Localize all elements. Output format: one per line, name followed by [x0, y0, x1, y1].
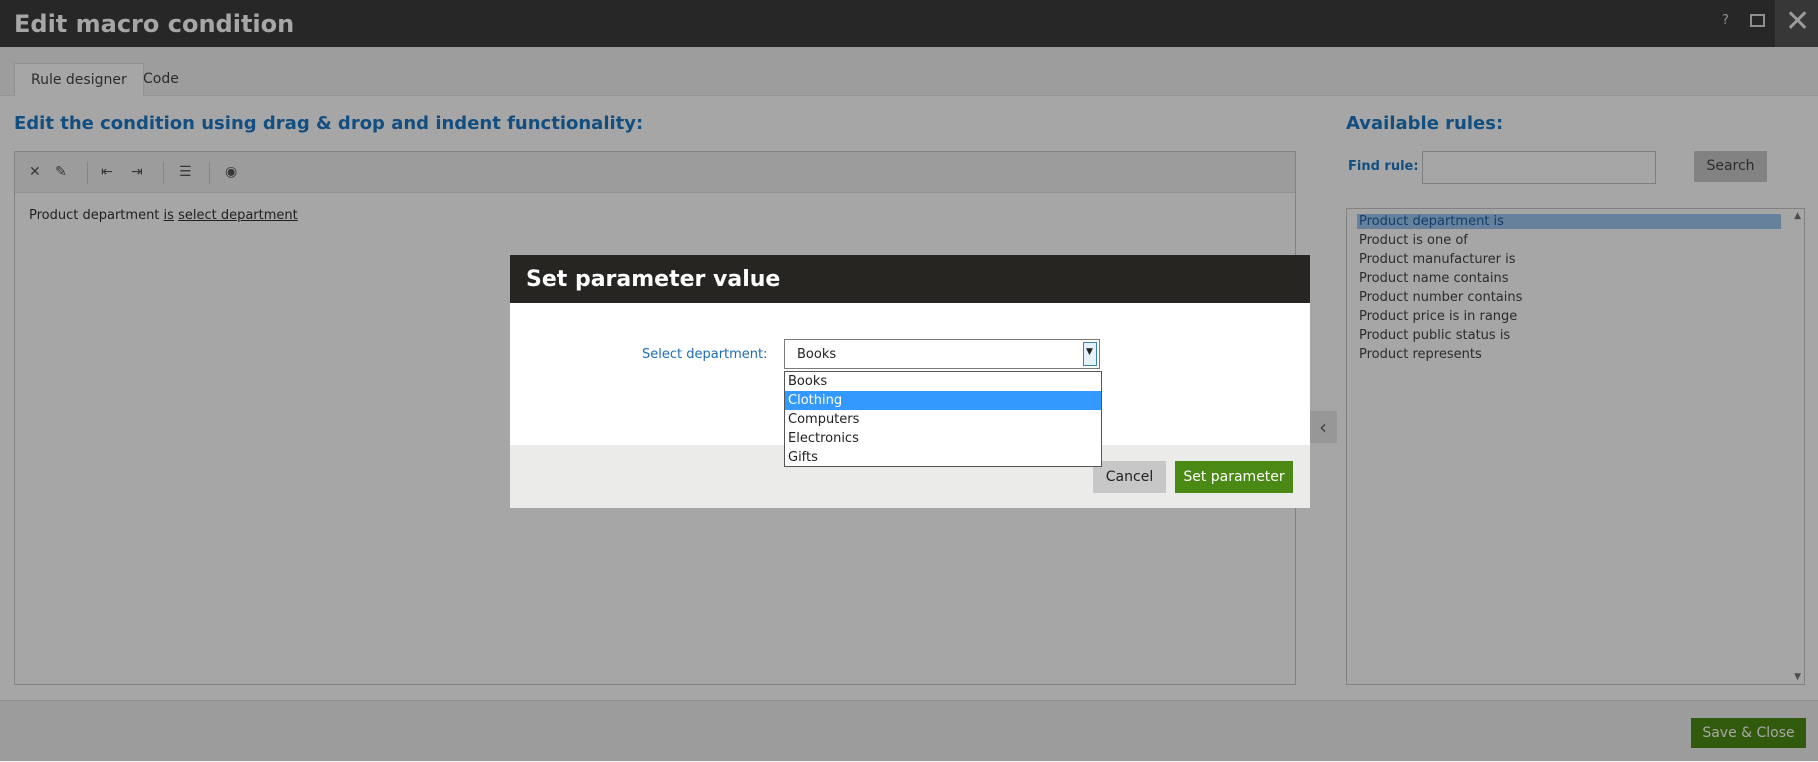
option-books[interactable]: Books	[785, 372, 1101, 391]
option-clothing[interactable]: Clothing	[785, 391, 1101, 410]
set-parameter-button[interactable]: Set parameter	[1175, 461, 1293, 493]
option-electronics[interactable]: Electronics	[785, 429, 1101, 448]
cancel-button[interactable]: Cancel	[1093, 461, 1166, 493]
option-computers[interactable]: Computers	[785, 410, 1101, 429]
modal-header: Set parameter value	[510, 255, 1310, 303]
department-label: Select department:	[642, 347, 768, 362]
department-options: Books Clothing Computers Electronics Gif…	[784, 371, 1102, 467]
chevron-down-icon: ▼	[1086, 347, 1093, 357]
modal-title: Set parameter value	[526, 267, 781, 292]
dropdown-button[interactable]: ▼	[1083, 342, 1097, 366]
department-selected-value: Books	[797, 347, 837, 362]
set-parameter-modal: Set parameter value Cancel Set parameter…	[510, 255, 1310, 508]
department-select[interactable]: Books ▼	[784, 339, 1100, 369]
option-gifts[interactable]: Gifts	[785, 448, 1101, 467]
